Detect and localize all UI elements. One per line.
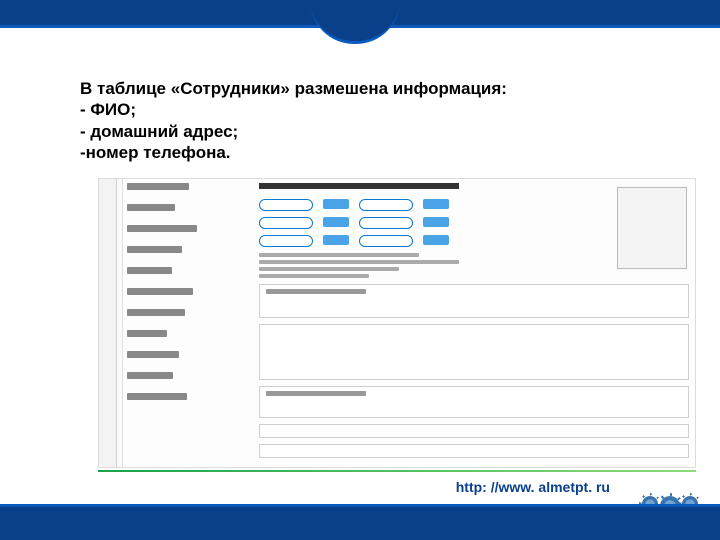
sidebar-label <box>127 309 185 316</box>
sidebar-label <box>127 204 175 211</box>
shot-text-line <box>259 253 419 257</box>
shot-field-row <box>259 199 689 211</box>
sidebar-label <box>127 372 173 379</box>
slide-text-block: В таблице «Сотрудники» размешена информа… <box>80 78 670 163</box>
sidebar-label <box>127 288 193 295</box>
shot-field-button <box>423 217 449 227</box>
shot-field-button <box>323 217 349 227</box>
text-line-3: - домашний адрес; <box>80 121 670 142</box>
sidebar-label <box>127 330 167 337</box>
shot-field-pill <box>359 235 413 247</box>
divider-green <box>98 470 696 472</box>
shot-panel <box>259 386 689 418</box>
shot-text-line <box>259 267 399 271</box>
sidebar-label <box>127 393 187 400</box>
embedded-screenshot <box>98 178 696 468</box>
description-text: В таблице «Сотрудники» размешена информа… <box>80 78 670 163</box>
shot-text-line <box>259 274 369 278</box>
shot-ruler-left-2 <box>117 179 123 467</box>
footer-url: http: //www. almetpt. ru <box>456 479 610 495</box>
shot-field-pill <box>359 217 413 229</box>
shot-sidebar <box>127 183 247 463</box>
text-line-2: - ФИО; <box>80 99 670 120</box>
shot-field-button <box>323 235 349 245</box>
shot-panel <box>259 444 689 458</box>
shot-field-pill <box>359 199 413 211</box>
sidebar-label <box>127 351 179 358</box>
slide-bottom-bar <box>0 504 720 540</box>
shot-panel <box>259 424 689 438</box>
shot-field-row <box>259 235 689 247</box>
shot-text-line <box>259 260 459 264</box>
sidebar-label <box>127 225 197 232</box>
text-line-4: -номер телефона. <box>80 142 670 163</box>
shot-panel <box>259 284 689 318</box>
shot-main-area <box>259 185 689 461</box>
shot-field-button <box>423 235 449 245</box>
shot-field-pill <box>259 235 313 247</box>
slide-top-notch <box>310 0 400 44</box>
shot-field-button <box>323 199 349 209</box>
shot-field-button <box>423 199 449 209</box>
shot-field-pill <box>259 199 313 211</box>
shot-field-pill <box>259 217 313 229</box>
sidebar-label <box>127 267 172 274</box>
text-line-1: В таблице «Сотрудники» размешена информа… <box>80 78 670 99</box>
shot-panel <box>259 324 689 380</box>
sidebar-label <box>127 183 189 190</box>
shot-ruler-left <box>99 179 117 467</box>
sidebar-label <box>127 246 182 253</box>
shot-field-row <box>259 217 689 229</box>
